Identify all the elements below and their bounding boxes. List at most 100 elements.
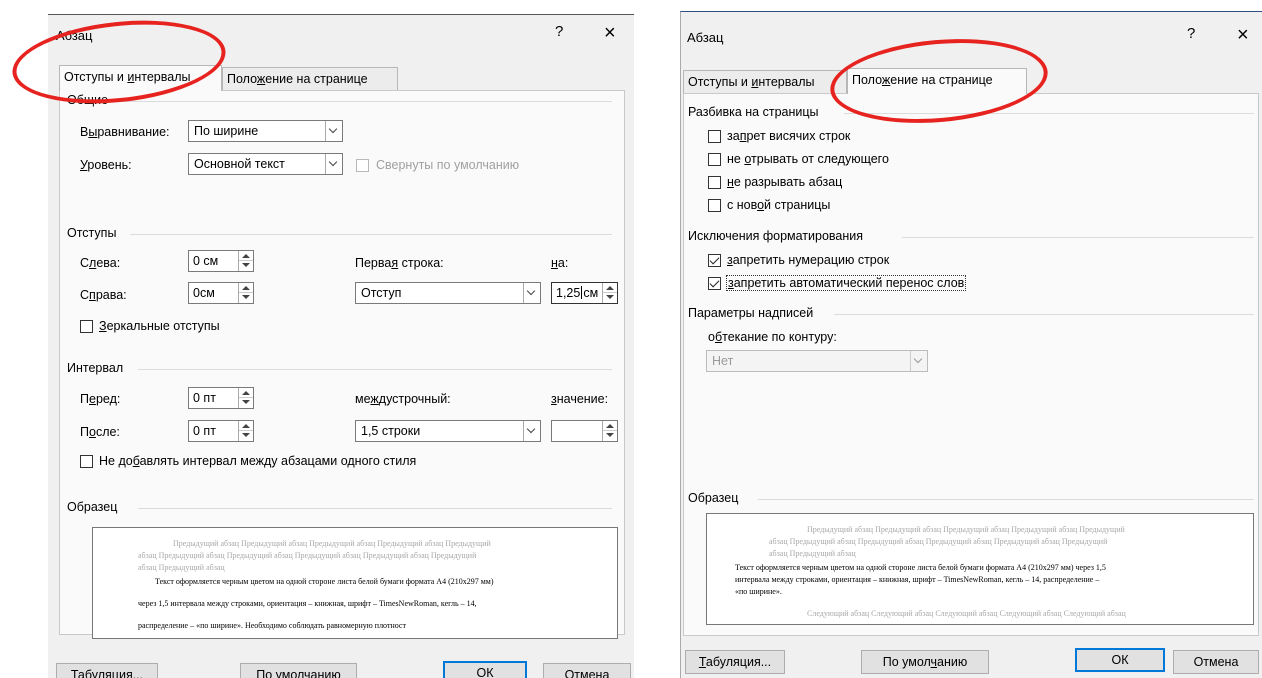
label-accel: З <box>99 319 107 333</box>
arrow-up-icon[interactable] <box>603 283 617 293</box>
chevron-down-icon[interactable] <box>910 351 927 371</box>
line-spacing-label: междустрочный: <box>355 392 451 406</box>
keep-lines-together-checkbox[interactable] <box>708 176 721 189</box>
set-default-button[interactable]: По умолчанию <box>240 663 357 678</box>
collapsed-checkbox[interactable] <box>356 159 369 172</box>
close-icon[interactable]: × <box>604 22 616 45</box>
preview-current-line: «по ширине». <box>735 587 782 596</box>
paragraph-dialog-indents: Абзац ? × Отступы и интервалы Положение … <box>48 14 634 678</box>
indent-right-label: Справа: <box>80 288 127 302</box>
tab-panel: Общие Выравнивание: По ширине Уровень: О… <box>59 90 625 639</box>
indent-right-spinner[interactable]: 0см <box>188 282 254 304</box>
button-label: анию <box>937 655 968 669</box>
first-line-by-input[interactable]: 1,25 см <box>556 286 598 300</box>
button-label: По умол <box>256 668 305 678</box>
indent-left-spinner[interactable]: 0 см <box>188 250 254 272</box>
tab-page-position[interactable]: Положение на странице <box>222 67 398 91</box>
label-text: за <box>727 129 740 143</box>
group-exceptions-title: Исключения форматирования <box>688 229 864 243</box>
page-break-before-checkbox[interactable] <box>708 199 721 212</box>
chevron-down-icon[interactable] <box>523 421 540 441</box>
indent-right-value: 0см <box>193 286 215 300</box>
space-before-spinner[interactable]: 0 пт <box>188 387 254 409</box>
line-spacing-select[interactable]: 1,5 строки <box>355 420 541 442</box>
page-break-before-label: с новой страницы <box>727 198 830 212</box>
first-line-select[interactable]: Отступ <box>355 282 541 304</box>
alignment-label-accel: ы <box>88 125 98 139</box>
label-text: строка: <box>398 256 444 270</box>
suppress-line-numbers-checkbox[interactable] <box>708 254 721 267</box>
wrap-contour-select[interactable]: Нет <box>706 350 928 372</box>
label-text: й страницы <box>764 198 831 212</box>
label-text: П <box>80 392 89 406</box>
help-button[interactable]: ? <box>1187 25 1195 42</box>
arrow-down-icon[interactable] <box>239 261 253 271</box>
alignment-label: Выравнивание: <box>80 125 170 139</box>
group-divider <box>138 369 612 370</box>
tab-indents-intervals[interactable]: Отступы и интервалы <box>683 70 847 94</box>
keep-with-next-checkbox[interactable] <box>708 153 721 166</box>
label-text: ева: <box>96 256 121 270</box>
alignment-select[interactable]: По ширине <box>188 120 343 142</box>
tab-label: ение на странице <box>265 72 368 86</box>
cancel-button[interactable]: Отмена <box>1173 650 1259 674</box>
label-text: апретить нумерацию строк <box>732 253 890 267</box>
label-accel: н <box>727 175 734 189</box>
arrow-down-icon[interactable] <box>239 398 253 408</box>
preview-current-line: интервала между строками, ориентация – к… <box>735 575 1100 584</box>
no-hyphenation-checkbox[interactable] <box>708 277 721 290</box>
arrow-down-icon[interactable] <box>603 431 617 441</box>
preview-next-line: Следующий абзац Следующий абзац Следующи… <box>807 609 1126 618</box>
label-text: С <box>80 288 90 302</box>
dont-add-space-checkbox[interactable] <box>80 455 93 468</box>
close-icon[interactable]: × <box>1237 24 1249 47</box>
space-after-spinner[interactable]: 0 пт <box>188 420 254 442</box>
level-label: Уровень: <box>80 158 132 172</box>
tabs-button[interactable]: Табуляция... <box>685 650 785 674</box>
arrow-up-icon[interactable] <box>239 421 253 431</box>
chevron-down-icon[interactable] <box>325 154 342 174</box>
preview-current-line: через 1,5 интервала между строками, орие… <box>138 599 477 608</box>
arrow-up-icon[interactable] <box>239 388 253 398</box>
space-after-value: 0 пт <box>193 424 216 438</box>
preview-prev-line: абзац Предыдущий абзац <box>138 563 225 572</box>
spinner-buttons <box>238 251 253 271</box>
group-preview-title: Образец <box>67 500 118 514</box>
arrow-down-icon[interactable] <box>239 431 253 441</box>
label-accel: п <box>89 288 96 302</box>
ok-button[interactable]: ОК <box>443 661 527 678</box>
ok-button[interactable]: ОК <box>1075 648 1165 672</box>
label-text: ред: <box>95 392 121 406</box>
suppress-line-numbers-label: запретить нумерацию строк <box>727 253 889 267</box>
tab-label: Поло <box>227 72 257 86</box>
label-text: трывать от следующего <box>751 152 889 166</box>
label-accel: о <box>757 198 765 212</box>
spinner-buttons <box>238 421 253 441</box>
group-pagination-title: Разбивка на страницы <box>688 105 819 119</box>
cancel-button[interactable]: Отмена <box>543 663 631 678</box>
first-line-by-spinner[interactable]: 1,25 см <box>551 282 618 304</box>
arrow-up-icon[interactable] <box>603 421 617 431</box>
spinner-buttons <box>238 283 253 303</box>
help-button[interactable]: ? <box>555 23 563 40</box>
widow-control-checkbox[interactable] <box>708 130 721 143</box>
first-line-value: Отступ <box>361 286 402 300</box>
first-line-by-label: на: <box>551 256 568 270</box>
arrow-down-icon[interactable] <box>239 293 253 303</box>
label-accel: о <box>88 425 96 439</box>
arrow-down-icon[interactable] <box>603 293 617 303</box>
preview-prev-line: абзац Предыдущий абзац Предыдущий абзац … <box>769 537 1108 546</box>
mirror-indents-checkbox[interactable] <box>80 320 93 333</box>
arrow-up-icon[interactable] <box>239 283 253 293</box>
arrow-up-icon[interactable] <box>239 251 253 261</box>
group-divider <box>130 234 612 235</box>
line-spacing-value: 1,5 строки <box>361 424 421 438</box>
chevron-down-icon[interactable] <box>523 283 540 303</box>
spacing-value-label: значение: <box>551 392 608 406</box>
tabs-button[interactable]: Табуляция... <box>56 663 158 678</box>
set-default-button[interactable]: По умолчанию <box>861 650 989 674</box>
outline-level-select[interactable]: Основной текст <box>188 153 343 175</box>
first-line-by-value: 1,25 <box>556 286 581 300</box>
chevron-down-icon[interactable] <box>325 121 342 141</box>
spacing-value-spinner[interactable] <box>551 420 618 442</box>
